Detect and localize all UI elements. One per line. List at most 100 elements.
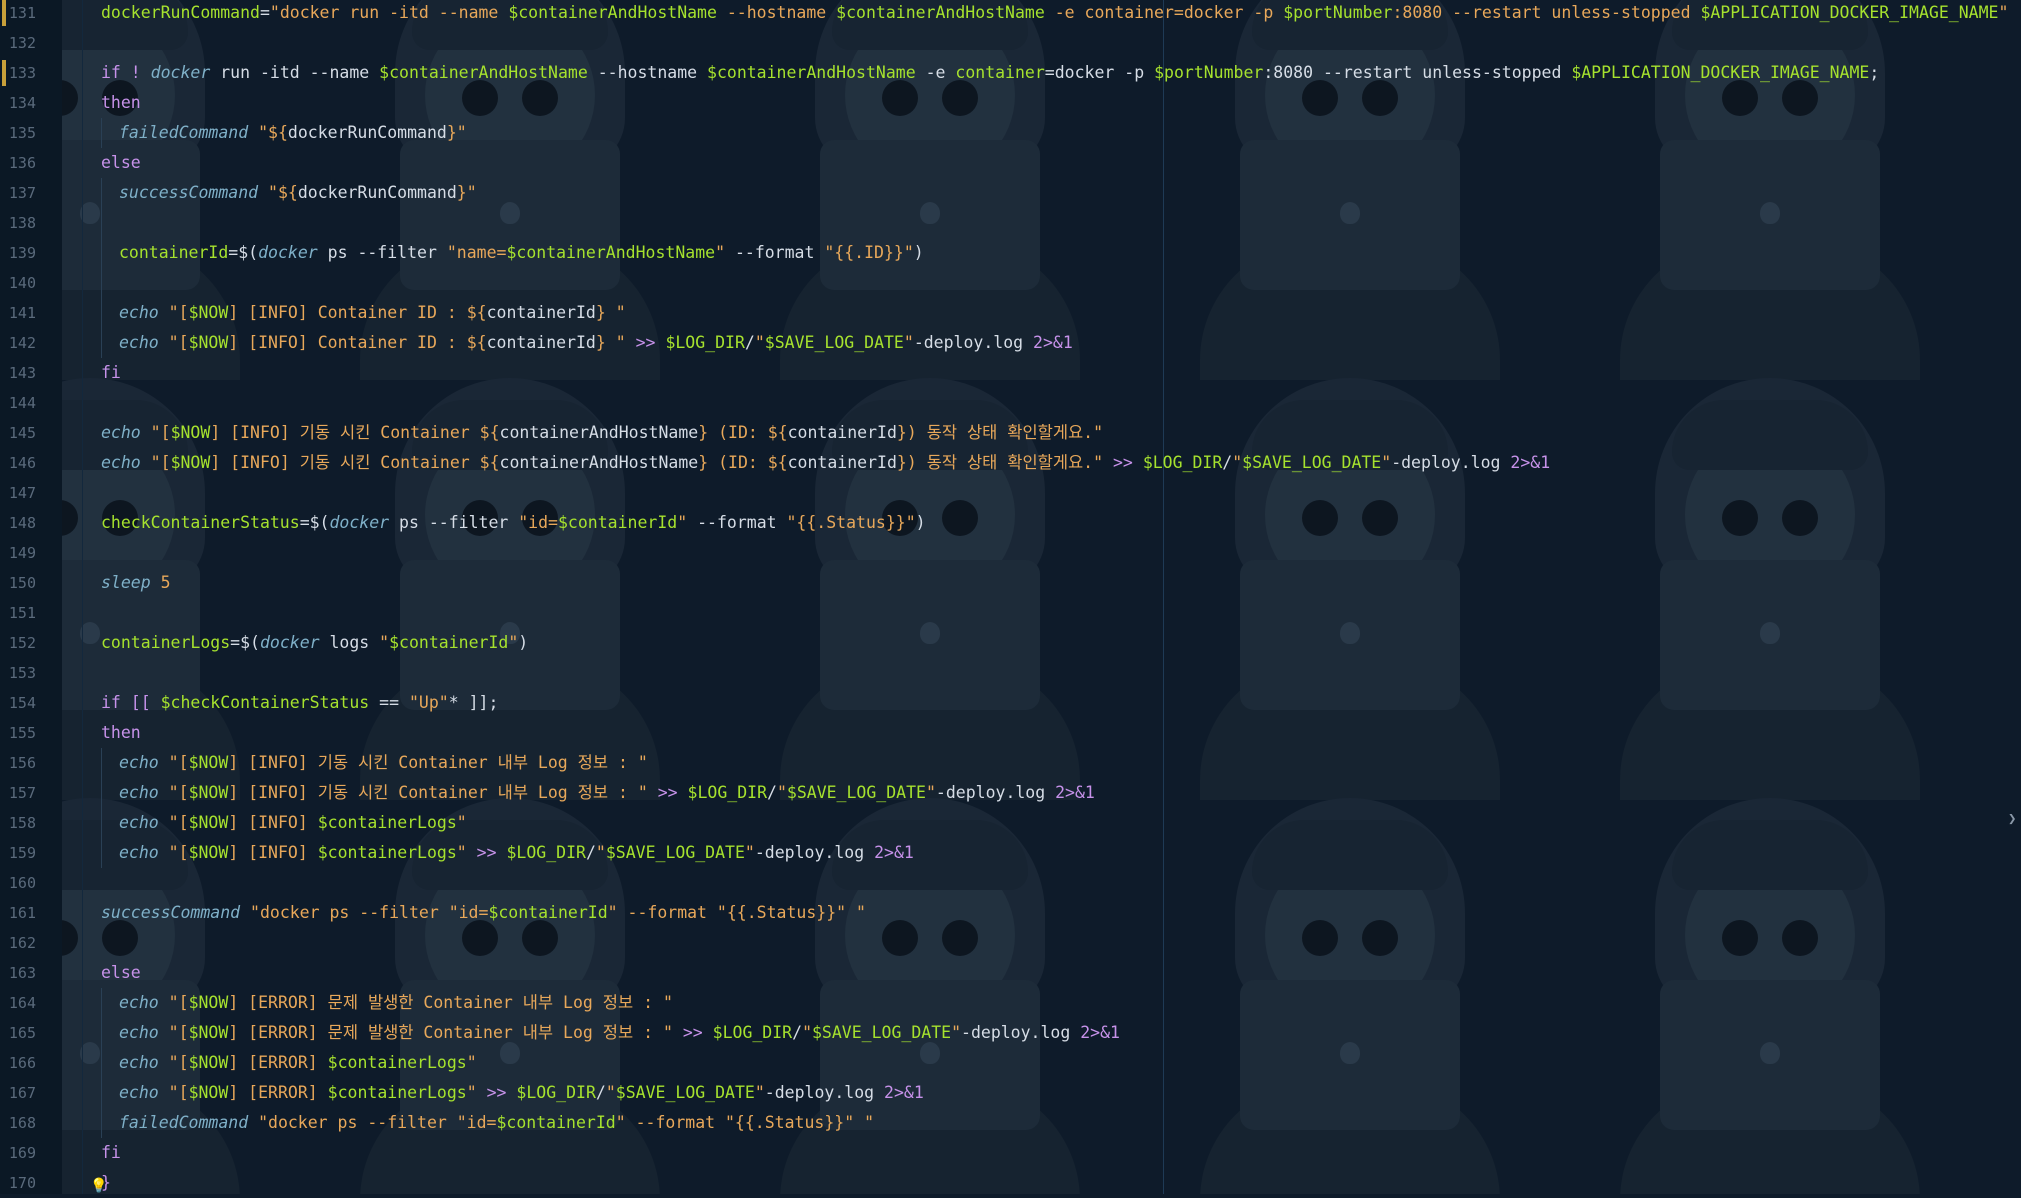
code-token: "[	[158, 1083, 189, 1102]
code-line[interactable]: 142 echo "[$NOW] [INFO] Container ID : ${…	[0, 328, 2021, 358]
indent-guide	[101, 778, 102, 808]
code-line[interactable]: 161 successCommand "docker ps --filter "i…	[0, 898, 2021, 928]
code-token: 5	[150, 573, 171, 592]
code-line[interactable]: 166 echo "[$NOW] [ERROR] $containerLogs"	[0, 1048, 2021, 1078]
code-line[interactable]: 147	[0, 478, 2021, 508]
code-token: ] [INFO] Container ID : ${	[228, 333, 487, 352]
code-text: echo "[$NOW] [ERROR] $containerLogs" >> …	[119, 1078, 924, 1108]
code-token: -deploy.log	[764, 1083, 885, 1102]
code-token: $containerLogs	[317, 813, 457, 832]
code-token: ] [INFO] Container ID : ${	[228, 303, 487, 322]
line-number: 141	[8, 304, 36, 322]
code-line[interactable]: 155 then	[0, 718, 2021, 748]
code-token: ] [INFO]	[228, 813, 318, 832]
line-number: 146	[8, 454, 36, 472]
code-token: "[	[158, 1053, 189, 1072]
code-token: docker	[329, 513, 390, 532]
code-line[interactable]: 169 fi	[0, 1138, 2021, 1168]
code-line[interactable]: 157 echo "[$NOW] [INFO] 기동 시킨 Container 내…	[0, 778, 2021, 808]
code-line[interactable]: 164 echo "[$NOW] [ERROR] 문제 발생한 Container…	[0, 988, 2021, 1018]
line-number: 155	[8, 724, 36, 742]
code-line[interactable]: 163 else	[0, 958, 2021, 988]
code-line[interactable]: 140	[0, 268, 2021, 298]
code-token: 2>&1	[1033, 333, 1073, 352]
code-text: successCommand "${dockerRunCommand}"	[119, 178, 477, 208]
code-text: echo "[$NOW] [ERROR] 문제 발생한 Container 내부…	[119, 988, 673, 1018]
code-token: "[	[158, 993, 189, 1012]
code-token: /	[1222, 453, 1233, 472]
code-line[interactable]: 145 echo "[$NOW] [INFO] 기동 시킨 Container $…	[0, 418, 2021, 448]
code-token: "	[754, 333, 765, 352]
indent-guide	[101, 838, 102, 868]
code-line[interactable]: 133 if ! docker run -itd --name $containe…	[0, 58, 2021, 88]
line-number: 163	[8, 964, 36, 982]
code-line[interactable]: 167 echo "[$NOW] [ERROR] $containerLogs" …	[0, 1078, 2021, 1108]
code-text: echo "[$NOW] [INFO] $containerLogs" >> $…	[119, 838, 914, 868]
line-number: 154	[8, 694, 36, 712]
code-token: } (ID: ${	[698, 453, 788, 472]
code-token: --hostname	[716, 3, 837, 22]
code-token: fi	[101, 1143, 121, 1162]
code-token: "docker run -itd --name	[269, 3, 509, 22]
code-line[interactable]: 146 echo "[$NOW] [INFO] 기동 시킨 Container $…	[0, 448, 2021, 478]
code-token: "[	[140, 453, 171, 472]
code-token: -e container=docker -p	[1044, 3, 1284, 22]
code-token: $LOG_DIR	[1142, 453, 1223, 472]
code-token: $portNumber	[1154, 63, 1264, 82]
code-line[interactable]: 143 fi	[0, 358, 2021, 388]
line-number: 136	[8, 154, 36, 172]
code-token: echo	[119, 1083, 159, 1102]
code-token: containerId	[119, 243, 229, 262]
code-token: $NOW	[188, 1023, 229, 1042]
code-text: containerId=$(docker ps --filter "name=$…	[119, 238, 924, 268]
code-line[interactable]: 162	[0, 928, 2021, 958]
code-token: $containerId	[558, 513, 678, 532]
code-line[interactable]: 137 successCommand "${dockerRunCommand}"	[0, 178, 2021, 208]
lightbulb-icon[interactable]: 💡	[90, 1178, 107, 1194]
code-line[interactable]: 165 echo "[$NOW] [ERROR] 문제 발생한 Container…	[0, 1018, 2021, 1048]
code-token: $SAVE_LOG_DATE	[786, 783, 926, 802]
code-token: $containerId	[389, 633, 509, 652]
code-line[interactable]: 131 dockerRunCommand="docker run -itd --n…	[0, 0, 2021, 28]
code-line[interactable]: 150 sleep 5	[0, 568, 2021, 598]
line-number: 158	[8, 814, 36, 832]
code-line[interactable]: 139 containerId=$(docker ps --filter "nam…	[0, 238, 2021, 268]
code-token: }) 동작 상태 확인할게요."	[896, 423, 1104, 442]
line-number: 145	[8, 424, 36, 442]
code-line[interactable]: 156 echo "[$NOW] [INFO] 기동 시킨 Container 내…	[0, 748, 2021, 778]
code-token: =$(	[230, 633, 260, 652]
code-line[interactable]: 134 then	[0, 88, 2021, 118]
code-line[interactable]: 136 else	[0, 148, 2021, 178]
code-token: $NOW	[188, 1053, 229, 1072]
code-line[interactable]: 144	[0, 388, 2021, 418]
code-line[interactable]: 149	[0, 538, 2021, 568]
code-token: successCommand	[119, 183, 259, 202]
code-token: sleep	[101, 573, 151, 592]
code-line[interactable]: 138	[0, 208, 2021, 238]
code-line[interactable]: 158 echo "[$NOW] [INFO] $containerLogs"	[0, 808, 2021, 838]
code-token: "	[776, 783, 787, 802]
code-line[interactable]: 148 checkContainerStatus=$(docker ps --fi…	[0, 508, 2021, 538]
code-text: echo "[$NOW] [INFO] Container ID : ${con…	[119, 298, 626, 328]
code-token: "	[466, 1053, 477, 1072]
code-line[interactable]: 132	[0, 28, 2021, 58]
code-line[interactable]: 153	[0, 658, 2021, 688]
code-token: -deploy.log	[913, 333, 1034, 352]
code-line[interactable]: 168 failedCommand "docker ps --filter "id…	[0, 1108, 2021, 1138]
modified-line-marker	[2, 60, 6, 86]
code-text: fi	[101, 358, 121, 388]
code-token: containerId	[486, 333, 596, 352]
code-line[interactable]: 135 failedCommand "${dockerRunCommand}"	[0, 118, 2021, 148]
collapse-arrow-icon[interactable]: ❯	[2008, 811, 2016, 827]
code-token: $NOW	[170, 453, 211, 472]
code-line[interactable]: 151	[0, 598, 2021, 628]
code-token: 2>&1	[1055, 783, 1095, 802]
code-line[interactable]: 160	[0, 868, 2021, 898]
code-line[interactable]: 154 if [[ $checkContainerStatus == "Up"* …	[0, 688, 2021, 718]
code-token: "	[925, 783, 936, 802]
code-token: /	[767, 783, 777, 802]
code-line[interactable]: 159 echo "[$NOW] [INFO] $containerLogs" >…	[0, 838, 2021, 868]
code-line[interactable]: 141 echo "[$NOW] [INFO] Container ID : ${…	[0, 298, 2021, 328]
code-token: $containerId	[496, 1113, 616, 1132]
code-line[interactable]: 152 containerLogs=$(docker logs "$contain…	[0, 628, 2021, 658]
